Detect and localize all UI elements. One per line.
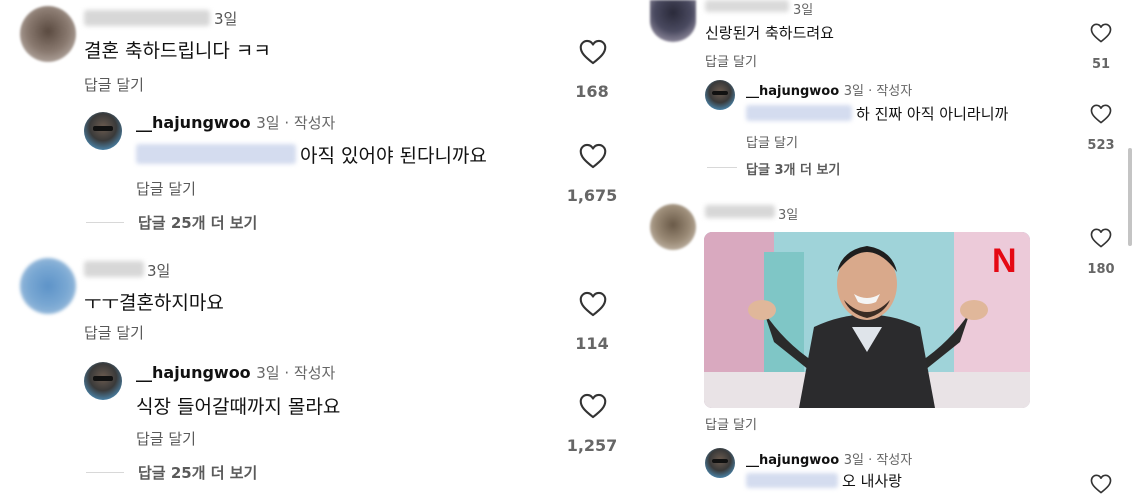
reply-text: 하 진짜 아직 아니라니까	[856, 105, 1009, 123]
username-text[interactable]: __hajungwoo	[136, 113, 251, 132]
heart-outline-icon	[1090, 23, 1112, 43]
reply-button[interactable]: 답글 달기	[84, 74, 144, 95]
username-text[interactable]: __hajungwoo	[746, 84, 839, 99]
reply-button[interactable]: 답글 달기	[705, 51, 757, 70]
like-button[interactable]	[1090, 104, 1112, 124]
author-time-badge: 3일 · 작성자	[256, 364, 336, 382]
like-count: 1,675	[566, 186, 618, 205]
comment-time: 3일	[147, 262, 171, 280]
comment-text: 결혼 축하드립니다 ㅋㅋ	[84, 40, 271, 62]
blurred-mention[interactable]	[136, 144, 296, 164]
commenter-avatar[interactable]	[20, 258, 76, 314]
like-button[interactable]	[579, 291, 607, 317]
divider-line	[86, 222, 124, 223]
author-username[interactable]: __hajungwoo 3일 · 작성자	[136, 112, 335, 133]
comment-text: ㅜㅜ결혼하지마요	[84, 292, 224, 314]
reply-button[interactable]: 답글 달기	[746, 132, 798, 151]
like-button[interactable]	[1090, 228, 1112, 248]
view-more-replies[interactable]: 답글 25개 더 보기	[138, 462, 257, 483]
like-button[interactable]	[579, 143, 607, 169]
attached-image[interactable]: N	[704, 232, 1030, 408]
commenter-avatar[interactable]	[650, 0, 696, 42]
author-username[interactable]: __hajungwoo 3일 · 작성자	[136, 362, 335, 383]
like-count: 1,257	[566, 436, 618, 455]
blurred-username[interactable]	[84, 10, 210, 26]
heart-outline-icon	[1090, 104, 1112, 124]
author-avatar[interactable]	[705, 448, 735, 478]
author-avatar[interactable]	[84, 112, 122, 150]
photo-illustration: N	[704, 232, 1030, 408]
netflix-logo: N	[992, 242, 1017, 280]
author-time-badge: 3일 · 작성자	[843, 84, 913, 99]
divider-line	[707, 167, 737, 168]
like-button[interactable]	[1090, 23, 1112, 43]
heart-outline-icon	[1090, 228, 1112, 248]
comment-text: 신랑된거 축하드려요	[705, 24, 834, 42]
like-count: 168	[575, 82, 609, 101]
comment-time: 3일	[214, 10, 238, 28]
like-button[interactable]	[579, 393, 607, 419]
commenter-avatar[interactable]	[650, 204, 696, 250]
heart-outline-icon	[579, 291, 607, 317]
commenter-avatar[interactable]	[20, 6, 76, 62]
like-button[interactable]	[1090, 474, 1112, 494]
reply-button[interactable]: 답글 달기	[136, 178, 196, 199]
like-count: 523	[1087, 138, 1115, 153]
reply-button[interactable]: 답글 달기	[705, 414, 757, 433]
like-button[interactable]	[579, 39, 607, 65]
username-text[interactable]: __hajungwoo	[746, 453, 839, 468]
blurred-username[interactable]	[705, 205, 775, 218]
view-more-replies[interactable]: 답글 25개 더 보기	[138, 212, 257, 233]
reply-button[interactable]: 답글 달기	[136, 428, 196, 449]
reply-text: 아직 있어야 된다니까요	[300, 145, 487, 167]
author-avatar[interactable]	[84, 362, 122, 400]
author-username[interactable]: __hajungwoo 3일 · 작성자	[746, 449, 912, 468]
blurred-username[interactable]	[705, 0, 789, 12]
heart-outline-icon	[579, 39, 607, 65]
blurred-username[interactable]	[84, 261, 144, 277]
like-count: 51	[1091, 57, 1111, 72]
view-more-replies[interactable]: 답글 3개 더 보기	[746, 159, 840, 178]
like-count: 114	[575, 334, 609, 353]
username-text[interactable]: __hajungwoo	[136, 363, 251, 382]
comment-time: 3일	[778, 208, 799, 223]
heart-outline-icon	[1090, 474, 1112, 494]
divider-line	[86, 472, 124, 473]
author-time-badge: 3일 · 작성자	[256, 114, 336, 132]
blurred-mention[interactable]	[746, 105, 852, 121]
reply-text: 식장 들어갈때까지 몰라요	[136, 396, 341, 418]
author-username[interactable]: __hajungwoo 3일 · 작성자	[746, 80, 912, 99]
author-time-badge: 3일 · 작성자	[843, 453, 913, 468]
heart-outline-icon	[579, 143, 607, 169]
comment-time: 3일	[793, 3, 814, 18]
author-avatar[interactable]	[705, 80, 735, 110]
blurred-mention[interactable]	[746, 473, 838, 488]
reply-button[interactable]: 답글 달기	[84, 322, 144, 343]
reply-text: 오 내사랑	[842, 472, 902, 490]
scrollbar-thumb[interactable]	[1128, 148, 1132, 246]
like-count: 180	[1087, 262, 1115, 277]
heart-outline-icon	[579, 393, 607, 419]
